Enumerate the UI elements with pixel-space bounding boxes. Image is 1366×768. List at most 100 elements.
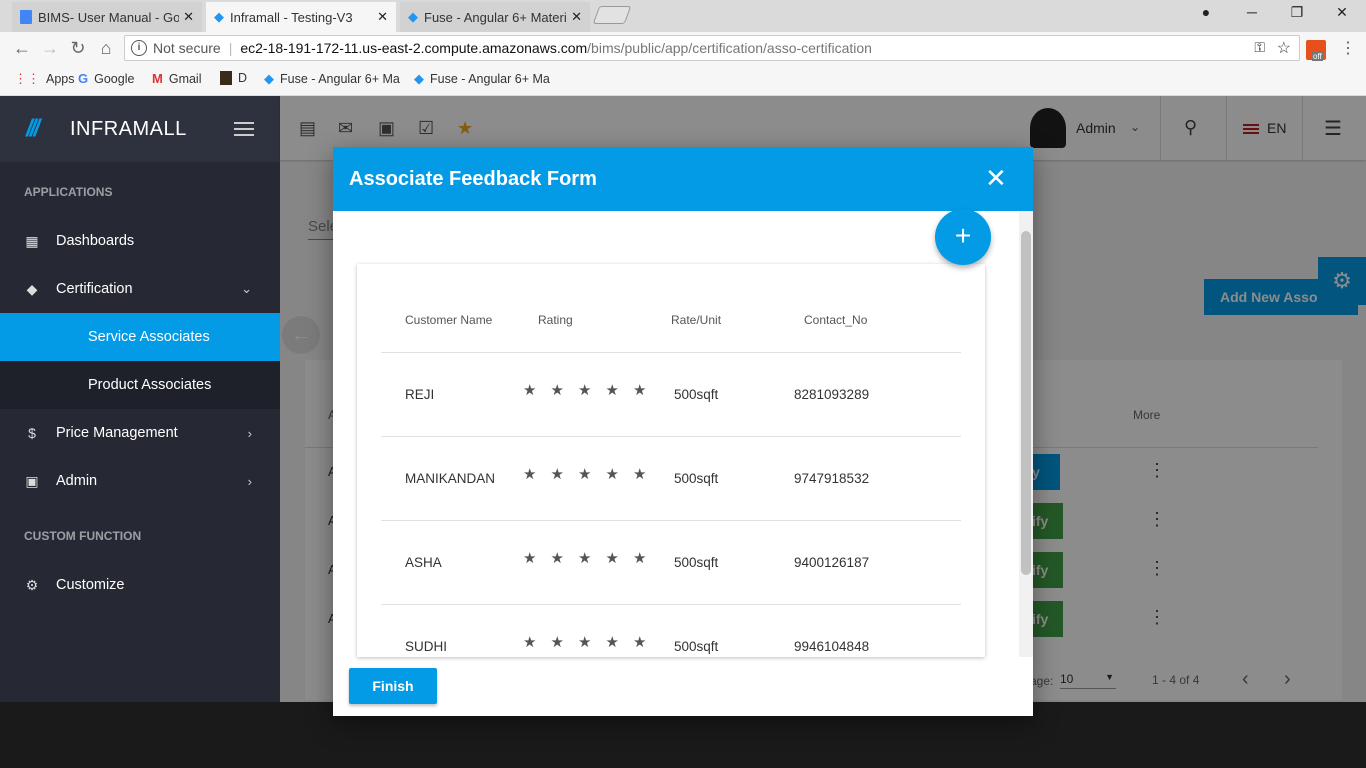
star-icon[interactable]: ★ [633, 633, 661, 651]
google-icon: G [78, 71, 89, 86]
star-icon[interactable]: ★ [578, 549, 606, 567]
sidebar-item-label: Dashboards [56, 233, 135, 249]
star-icon[interactable]: ★ [578, 633, 606, 651]
angular-icon: ◆ [264, 71, 274, 86]
sidebar-item-price-management[interactable]: $ Price Management › [0, 409, 280, 457]
apps-grid-icon: ⋮⋮ [14, 71, 40, 86]
sidebar-item-admin[interactable]: ▣ Admin › [0, 457, 280, 505]
star-icon[interactable]: ★ [633, 381, 661, 399]
star-icon[interactable]: ★ [578, 381, 606, 399]
star-icon[interactable]: ★ [551, 465, 579, 483]
sidebar-item-service-associates[interactable]: Service Associates [0, 313, 280, 361]
key-icon[interactable]: ⚿ [1254, 39, 1265, 56]
menu-toggle-icon[interactable] [234, 122, 254, 136]
feedback-table: Customer Name Rating Rate/Unit Contact_N… [357, 264, 985, 657]
star-icon[interactable]: ★ [606, 381, 634, 399]
rate-unit: 500sqft [674, 387, 719, 402]
sidebar-item-label: Service Associates [88, 329, 210, 345]
close-icon[interactable]: ✕ [377, 9, 388, 25]
section-custom-function: CUSTOM FUNCTION [24, 529, 142, 543]
extension-icon[interactable]: off [1306, 40, 1326, 61]
contact-number: 9747918532 [794, 471, 870, 486]
profile-icon[interactable]: ● [1186, 4, 1226, 24]
browser-tab-active[interactable]: ◆ Inframall - Testing-V3 ✕ [206, 2, 396, 32]
new-tab-button[interactable] [592, 6, 632, 24]
chevron-right-icon: › [247, 425, 252, 441]
home-icon[interactable]: ⌂ [94, 36, 118, 60]
bookmark-fuse[interactable]: ◆ Fuse - Angular 6+ Ma [264, 71, 404, 87]
divider: | [228, 40, 233, 56]
bookmark-label: Gmail [168, 71, 202, 86]
browser-tab[interactable]: ◆ Fuse - Angular 6+ Materi ✕ [400, 2, 590, 32]
close-icon[interactable]: ✕ [571, 9, 582, 25]
restore-icon[interactable]: ❐ [1277, 4, 1317, 24]
back-icon[interactable]: ← [10, 36, 34, 60]
bookmark-d[interactable]: D [220, 71, 247, 85]
close-icon[interactable]: ✕ [183, 9, 194, 25]
dollar-icon: $ [28, 425, 36, 441]
reload-icon[interactable]: ↻ [66, 36, 90, 60]
customer-name: MANIKANDAN [405, 471, 496, 486]
docs-icon [20, 10, 32, 24]
gmail-icon: M [152, 71, 163, 86]
star-icon[interactable]: ★ [523, 381, 551, 399]
browser-tab[interactable]: BIMS- User Manual - Goo ✕ [12, 2, 202, 32]
table-row: ASHA 500sqft 9400126187 ★ ★ ★ ★ ★ [381, 520, 961, 604]
contact-number: 8281093289 [794, 387, 870, 402]
sidebar-item-dashboards[interactable]: ▦ Dashboards [0, 217, 280, 265]
rate-unit: 500sqft [674, 471, 719, 486]
star-icon[interactable]: ★ [606, 465, 634, 483]
customer-name: REJI [405, 387, 435, 402]
star-icon[interactable]: ★ [606, 633, 634, 651]
sidebar-item-customize[interactable]: ⚙ Customize [0, 561, 280, 609]
bookmark-favicon [220, 71, 232, 85]
star-icon[interactable]: ★ [578, 465, 606, 483]
chevron-right-icon: › [247, 473, 252, 489]
logo-icon: /// [26, 115, 40, 142]
star-rating[interactable]: ★ ★ ★ ★ ★ [523, 549, 661, 567]
sidebar-item-label: Admin [56, 473, 98, 489]
star-icon[interactable]: ★ [551, 381, 579, 399]
bookmarks-bar: ⋮⋮ Apps G Google M Gmail D ◆ Fuse - Angular … [0, 64, 1366, 96]
bookmark-gmail[interactable]: M Gmail [152, 71, 202, 86]
brand-name: INFRAMALL [70, 118, 187, 140]
star-icon[interactable]: ★ [551, 633, 579, 651]
browser-tab-bar: BIMS- User Manual - Goo ✕ ◆ Inframall - … [0, 0, 1366, 32]
info-icon[interactable]: i [131, 40, 147, 56]
window-close-icon[interactable]: ✕ [1322, 4, 1362, 24]
minimize-icon[interactable]: ─ [1232, 4, 1272, 24]
tab-title: Inframall - Testing-V3 [230, 9, 353, 25]
table-row: REJI 500sqft 8281093289 ★ ★ ★ ★ ★ [381, 352, 961, 436]
sidebar-item-certification[interactable]: ◆ Certification ⌄ [0, 265, 280, 313]
bookmark-apps[interactable]: ⋮⋮ Apps [14, 71, 75, 87]
gear-icon: ⚙ [25, 576, 39, 593]
star-icon[interactable]: ★ [523, 549, 551, 567]
star-icon[interactable]: ★ [523, 465, 551, 483]
star-icon[interactable]: ★ [633, 549, 661, 567]
bookmark-google[interactable]: G Google [78, 71, 134, 86]
star-rating[interactable]: ★ ★ ★ ★ ★ [523, 465, 661, 483]
forward-icon[interactable]: → [38, 36, 62, 60]
dialog-title: Associate Feedback Form [349, 168, 597, 190]
star-icon[interactable]: ★ [606, 549, 634, 567]
angular-icon: ◆ [414, 71, 424, 86]
star-rating[interactable]: ★ ★ ★ ★ ★ [523, 633, 661, 651]
scrollbar-thumb[interactable] [1021, 231, 1031, 575]
add-button[interactable]: + [935, 209, 991, 265]
star-rating[interactable]: ★ ★ ★ ★ ★ [523, 381, 661, 399]
star-icon[interactable]: ★ [551, 549, 579, 567]
bookmark-star-icon[interactable]: ☆ [1277, 38, 1291, 58]
star-icon[interactable]: ★ [523, 633, 551, 651]
star-icon[interactable]: ★ [633, 465, 661, 483]
close-icon[interactable]: ✕ [985, 165, 1007, 191]
angular-icon: ◆ [214, 9, 224, 24]
address-bar[interactable]: i Not secure | ec2-18-191-172-11.us-east… [124, 35, 1300, 61]
menu-dots-icon[interactable]: ⋮ [1340, 38, 1356, 58]
finish-button[interactable]: Finish [349, 668, 437, 704]
school-icon: ◆ [26, 280, 38, 297]
sidebar-item-product-associates[interactable]: Product Associates [0, 361, 280, 409]
bookmark-fuse[interactable]: ◆ Fuse - Angular 6+ Ma [414, 71, 554, 87]
tab-title: Fuse - Angular 6+ Materi [424, 9, 567, 25]
sidebar-item-label: Customize [56, 577, 125, 593]
url-host: ec2-18-191-172-11.us-east-2.compute.amaz… [240, 40, 588, 56]
